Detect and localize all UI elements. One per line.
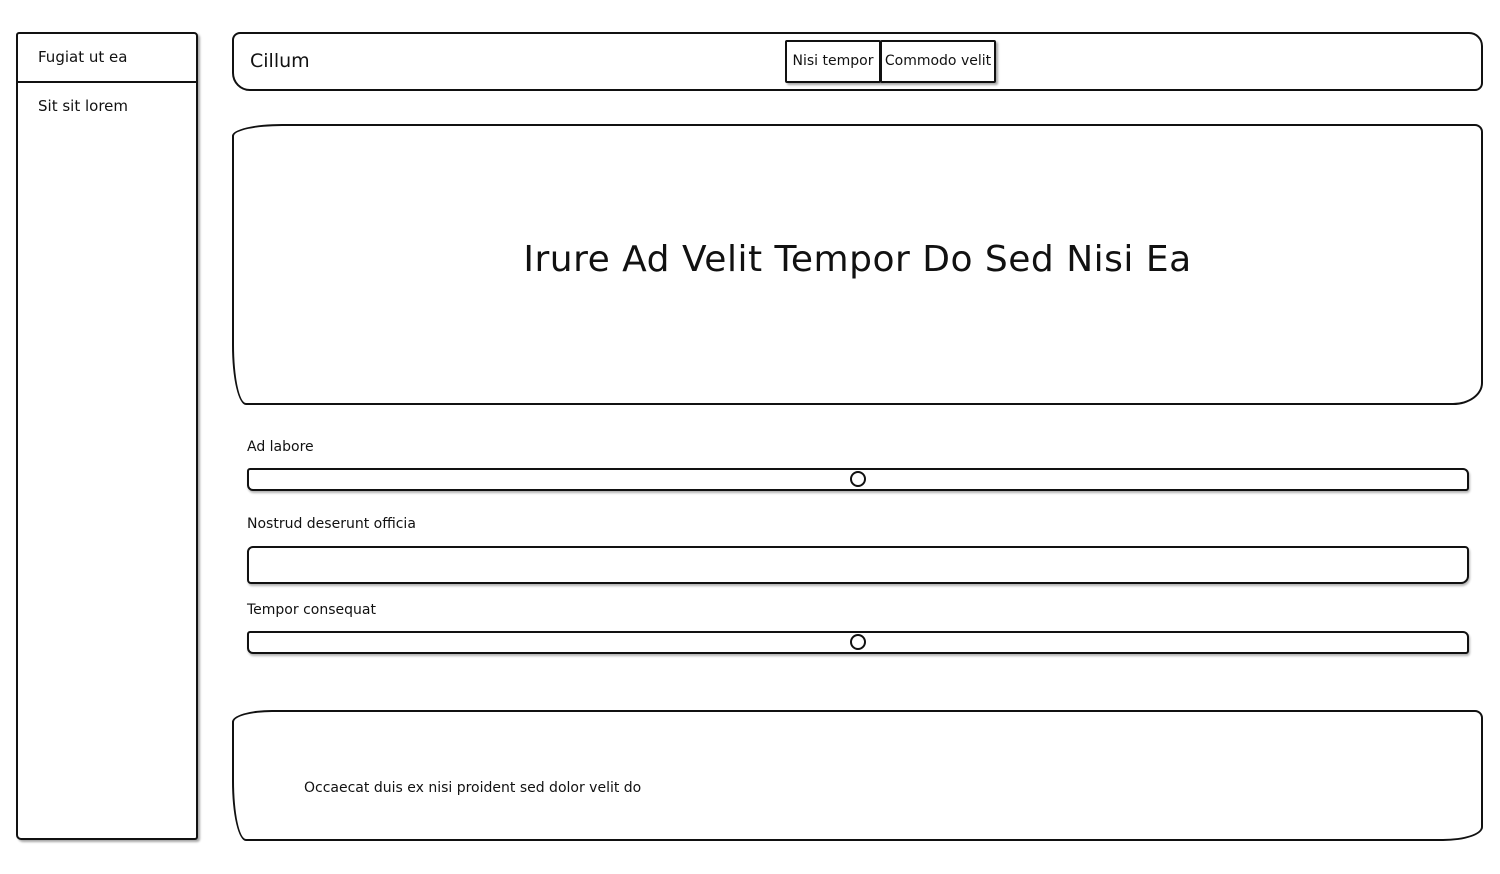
- hero-banner: Irure Ad Velit Tempor Do Sed Nisi Ea: [232, 124, 1483, 405]
- slider-thumb[interactable]: [850, 634, 866, 650]
- page: Fugiat ut ea Sit sit lorem Cillum Nisi t…: [0, 0, 1500, 874]
- footer-text: Occaecat duis ex nisi proident sed dolor…: [304, 780, 642, 796]
- ad-labore-slider[interactable]: [247, 468, 1469, 491]
- commodo-velit-button[interactable]: Commodo velit: [880, 40, 996, 83]
- slider-label-ad-labore: Ad labore: [247, 439, 314, 455]
- hero-title: Irure Ad Velit Tempor Do Sed Nisi Ea: [523, 239, 1192, 280]
- sidebar-item-label: Fugiat ut ea: [38, 48, 128, 66]
- sidebar-item-label: Sit sit lorem: [38, 97, 128, 115]
- tempor-consequat-slider[interactable]: [247, 631, 1469, 654]
- nostrud-deserunt-officia-input[interactable]: [247, 546, 1469, 584]
- slider-label-tempor-consequat: Tempor consequat: [247, 602, 376, 618]
- sidebar-item-fugiat[interactable]: Fugiat ut ea: [18, 34, 196, 83]
- footer-panel: Occaecat duis ex nisi proident sed dolor…: [232, 710, 1483, 841]
- brand-title[interactable]: Cillum: [250, 50, 310, 72]
- sidebar: Fugiat ut ea Sit sit lorem: [16, 32, 198, 840]
- top-navbar: Cillum Nisi tempor Commodo velit: [232, 32, 1483, 91]
- nisi-tempor-button[interactable]: Nisi tempor: [785, 40, 881, 83]
- sidebar-item-sit[interactable]: Sit sit lorem: [18, 83, 196, 132]
- slider-thumb[interactable]: [850, 471, 866, 487]
- field-label-nostrud: Nostrud deserunt officia: [247, 516, 416, 532]
